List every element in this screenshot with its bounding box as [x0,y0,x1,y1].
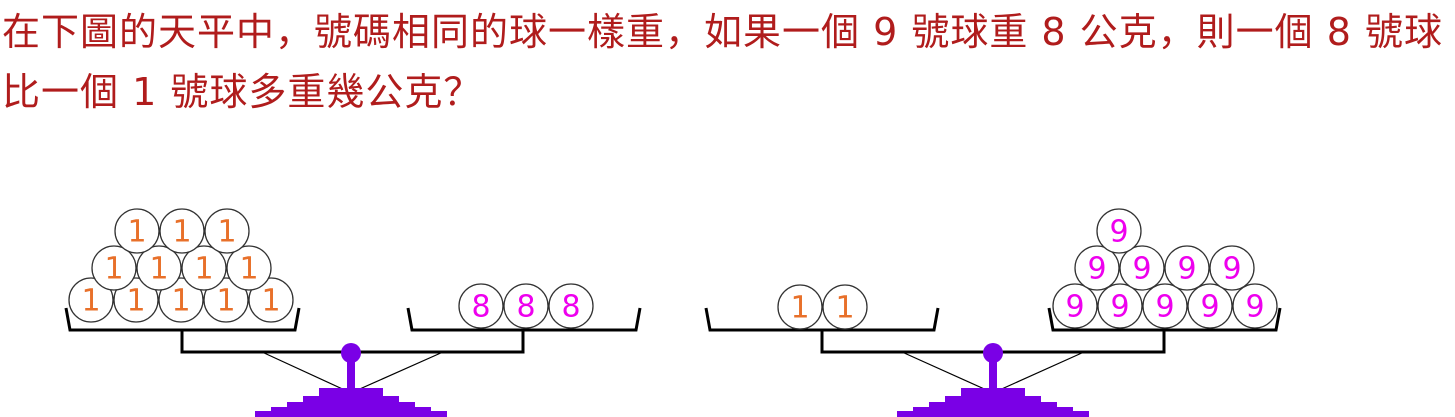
scale-pivot [983,343,1003,363]
ball: 9 [1097,283,1143,329]
ball-number: 9 [1087,252,1106,287]
ball: 9 [1119,245,1165,291]
support-line [901,351,992,393]
ball-number: 9 [1065,290,1084,325]
ball-number: 1 [126,284,145,319]
ball: 1 [114,208,160,254]
scale-pivot [341,343,361,363]
ball-number: 1 [835,291,854,326]
ball-number: 9 [1222,252,1241,287]
ball-number: 1 [217,215,236,250]
ball: 9 [1096,208,1142,254]
ball-number: 1 [790,291,809,326]
ball-number: 1 [216,284,235,319]
support-line [352,351,444,393]
ball-number: 1 [172,215,191,250]
ball-number: 9 [1109,215,1128,250]
support-line [261,351,350,393]
ball: 9 [1187,283,1233,329]
left-balance-scale: 1 1 1 1 11 1 1 11 1 18 8 8 [64,208,642,417]
ball-number: 8 [561,290,580,325]
ball: 8 [458,283,504,329]
ball: 8 [548,283,594,329]
balance-scales-diagram: 1 1 1 1 11 1 1 11 1 18 8 8 1 1 9 9 9 9 99 9 9 99 [64,208,1282,417]
ball-number: 9 [1132,252,1151,287]
ball-number: 1 [104,252,123,287]
ball: 1 [822,284,868,330]
scale-base-step [255,411,447,417]
ball: 8 [503,283,549,329]
ball: 1 [777,284,823,330]
ball-number: 9 [1200,290,1219,325]
ball: 9 [1164,245,1210,291]
ball-number: 1 [149,252,168,287]
right-balance-scale: 1 1 9 9 9 9 99 9 9 99 [704,208,1282,417]
ball: 9 [1209,245,1255,291]
ball-number: 8 [516,290,535,325]
scale-base-step [897,411,1089,417]
ball-number: 1 [127,215,146,250]
ball: 1 [204,208,250,254]
ball-number: 8 [471,290,490,325]
support-line [994,351,1085,393]
ball-number: 1 [261,284,280,319]
ball-number: 1 [239,252,258,287]
ball: 1 [91,245,137,291]
ball: 9 [1232,283,1278,329]
ball-number: 1 [171,284,190,319]
ball-number: 9 [1177,252,1196,287]
ball-number: 1 [81,284,100,319]
ball-number: 9 [1110,290,1129,325]
ball: 9 [1052,283,1098,329]
ball-number: 9 [1245,290,1264,325]
ball: 1 [159,208,205,254]
ball-number: 9 [1155,290,1174,325]
ball-number: 1 [194,252,213,287]
ball: 9 [1142,283,1188,329]
